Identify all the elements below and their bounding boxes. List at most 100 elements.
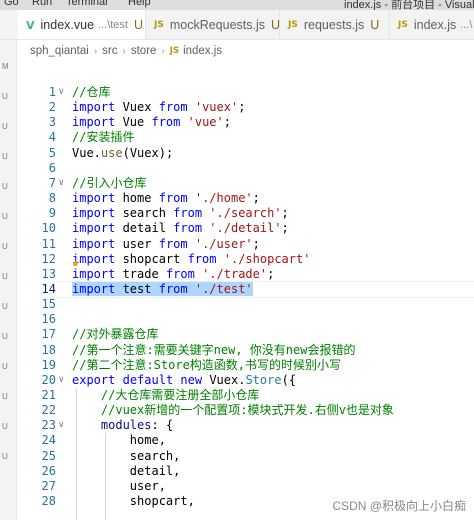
line-number: 26 <box>41 463 56 478</box>
code-token: './home' <box>194 191 253 206</box>
code-line[interactable]: detail, <box>72 464 181 479</box>
code-line[interactable]: //对外暴露仓库 <box>72 327 158 342</box>
code-token: trade <box>115 266 166 281</box>
code-line[interactable]: //引入小仓库 <box>72 176 146 191</box>
fold-chevron-icon[interactable]: ∨ <box>58 86 65 97</box>
activity-marker: U <box>2 182 8 191</box>
code-token: './user' <box>194 236 253 251</box>
line-number: 18 <box>41 342 56 357</box>
code-line[interactable]: import test from './test' <box>72 281 253 297</box>
breadcrumb-segment[interactable]: store <box>131 45 157 57</box>
activity-marker: U <box>2 152 8 161</box>
code-line[interactable]: shopcart, <box>72 494 195 509</box>
code-token: search, <box>72 448 181 463</box>
code-line[interactable]: //第二个注意:Store构造函数,书写的时候别小写 <box>72 358 341 373</box>
line-number: 25 <box>41 448 56 463</box>
line-number: 24 <box>41 433 56 448</box>
code-line[interactable]: modules: { <box>72 418 173 433</box>
breadcrumb: sph_qiantai › src › store › JS index.js <box>30 42 222 60</box>
chevron-right-icon: › <box>161 45 165 57</box>
code-token: test <box>115 281 159 296</box>
breadcrumb-segment[interactable]: src <box>102 45 117 57</box>
line-number: 17 <box>41 327 56 342</box>
code-line[interactable]: //大仓库需要注册全部小仓库 <box>72 388 259 403</box>
code-editor[interactable]: 1 2 3 4 5 6 7 8 9 10 11 12 13 14 15 16 17 18 19 20 21 22 23 24 2… <box>18 60 474 520</box>
activity-marker: M <box>2 62 9 71</box>
code-line[interactable]: import user from './user'; <box>72 237 260 252</box>
code-token: from <box>158 236 188 251</box>
code-line[interactable]: user, <box>72 479 166 494</box>
code-token: import <box>72 221 116 236</box>
code-token: user, <box>72 478 166 493</box>
watermark: CSDN @积极向上小白痴 <box>332 497 466 514</box>
tab-index-js[interactable]: JS index.js ...\ <box>390 10 474 39</box>
code-line[interactable]: import search from './search'; <box>72 206 289 221</box>
code-line[interactable]: Vue.use(Vuex); <box>72 146 173 161</box>
code-token: './trade' <box>202 266 268 281</box>
code-line[interactable]: import shopcart from './shopcart' <box>72 252 310 267</box>
code-token: home <box>115 191 159 206</box>
code-token: //第二个注意:Store构造函数,书写的时候别小写 <box>72 357 342 372</box>
fold-chevron-icon[interactable]: ∨ <box>58 374 65 385</box>
activity-marker: U <box>2 242 8 251</box>
tab-index-vue[interactable]: V index.vue ...\test U <box>18 10 146 39</box>
code-line[interactable]: import trade from './trade'; <box>72 267 274 282</box>
code-line[interactable]: import home from './home'; <box>72 191 260 206</box>
line-number: 8 <box>48 191 56 206</box>
code-token: user <box>115 236 159 251</box>
line-number: 12 <box>41 251 56 266</box>
code-token: ; <box>281 221 289 236</box>
code-token: use <box>100 145 123 160</box>
activity-marker: U <box>2 362 8 371</box>
code-area[interactable]: //仓库 import Vuex from 'vuex'; import Vue f… <box>72 60 472 520</box>
code-line[interactable]: import Vuex from 'vuex'; <box>72 100 245 115</box>
selected-text[interactable]: import test from './test' <box>72 281 253 296</box>
code-token: //第一个注意:需要关键字new, 你没有new会报错的 <box>72 342 356 357</box>
tab-requests-js[interactable]: JS requests.js U <box>280 10 390 39</box>
line-number: 28 <box>41 494 56 509</box>
code-line[interactable]: //vuex新增的一个配置项:模块式开发.右侧v也是对象 <box>72 403 394 418</box>
breadcrumb-segment[interactable]: sph_qiantai <box>30 45 89 57</box>
code-line[interactable]: import detail from './detail'; <box>72 221 289 236</box>
menu-help[interactable]: Help <box>128 0 151 8</box>
code-line[interactable]: //安装插件 <box>72 130 134 145</box>
code-token: './search' <box>209 206 282 221</box>
code-line[interactable]: //仓库 <box>72 85 110 100</box>
code-token: from <box>158 281 188 296</box>
code-token: shopcart, <box>72 494 195 509</box>
breadcrumb-file[interactable]: index.js <box>183 45 222 57</box>
code-token: 'vue' <box>187 115 224 130</box>
code-token: ; <box>281 206 289 221</box>
code-line[interactable]: home, <box>72 433 166 448</box>
code-token: //引入小仓库 <box>72 175 147 190</box>
code-token: from <box>187 251 217 266</box>
activity-marker: U <box>2 452 8 461</box>
fold-chevron-icon[interactable]: ∨ <box>58 177 65 188</box>
lightbulb-icon[interactable]: ● <box>72 258 79 270</box>
menu-go[interactable]: Go <box>4 0 19 8</box>
code-token: ; <box>252 191 260 206</box>
activity-marker: U <box>2 332 8 341</box>
line-number: 7 <box>48 175 56 190</box>
code-token: from <box>158 100 188 115</box>
code-line[interactable]: export default new Vuex.Store({ <box>72 373 296 388</box>
code-line[interactable]: //第一个注意:需要关键字new, 你没有new会报错的 <box>72 343 355 358</box>
menu-terminal[interactable]: Terminal <box>66 0 108 8</box>
code-token: import <box>72 100 116 115</box>
fold-chevron-icon[interactable]: ∨ <box>58 419 65 430</box>
menu-run[interactable]: Run <box>32 0 52 8</box>
line-number: 27 <box>41 478 56 493</box>
tab-status-badge: U <box>370 18 380 32</box>
code-token: import <box>72 115 116 130</box>
code-line[interactable]: import Vue from 'vue'; <box>72 115 231 130</box>
code-line[interactable]: search, <box>72 448 181 464</box>
code-token: Vue. <box>72 145 101 160</box>
tab-mockrequests-js[interactable]: JS mockRequests.js U <box>146 10 280 39</box>
code-token: detail <box>115 221 174 236</box>
chevron-right-icon: › <box>93 45 98 57</box>
code-token: search <box>115 206 174 221</box>
